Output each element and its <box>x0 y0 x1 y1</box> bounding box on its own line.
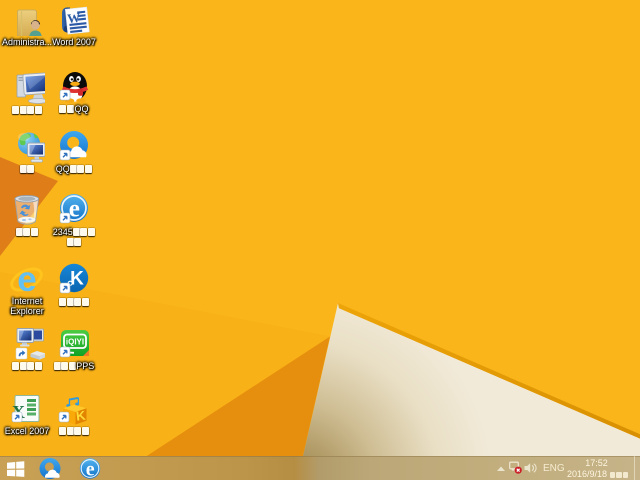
svg-text:e: e <box>69 196 80 223</box>
svg-text:e: e <box>17 262 36 295</box>
svg-text:K: K <box>70 269 84 290</box>
svg-text:iQIYI: iQIYI <box>66 338 84 347</box>
